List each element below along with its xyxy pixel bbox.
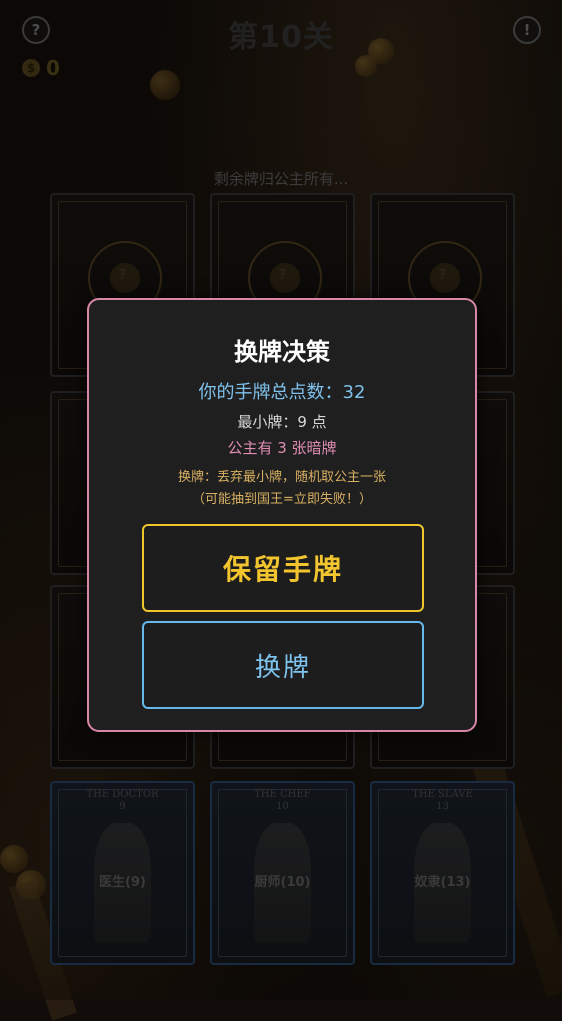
swap-warning: （可能抽到国王=立即失败！） [192,492,372,507]
princess-hidden-text: 公主有 3 张暗牌 [227,439,337,457]
keep-hand-button[interactable]: 保留手牌 [142,524,424,612]
dialog-title: 换牌决策 [234,338,330,366]
hand-total-text: 你的手牌总点数：32 [198,382,366,403]
swap-description: 换牌：丢弃最小牌，随机取公主一张 [177,470,386,485]
swap-decision-dialog: 换牌决策 你的手牌总点数：32 最小牌：9 点 公主有 3 张暗牌 换牌：丢弃最… [87,298,477,732]
swap-card-button[interactable]: 换牌 [142,621,424,709]
min-card-text: 最小牌：9 点 [237,413,327,431]
